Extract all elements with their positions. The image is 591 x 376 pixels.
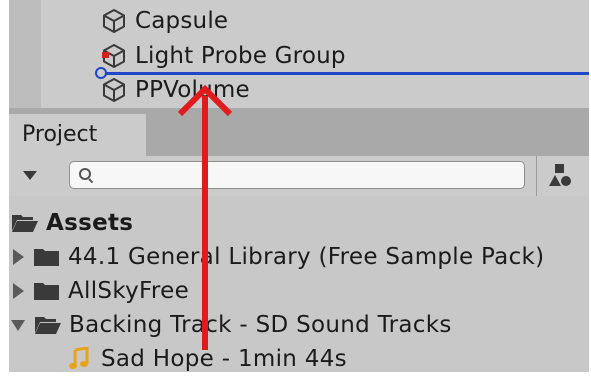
tree-item-assets[interactable]: Assets [11, 206, 133, 240]
unity-editor-panels: Capsule Light Probe Group PPVolume Proje… [9, 0, 589, 372]
hierarchy-gutter [9, 0, 41, 108]
cube-icon [103, 78, 125, 102]
tree-item-label: Sad Hope - 1min 44s [101, 346, 347, 372]
tree-item-allskyfree[interactable]: AllSkyFree [13, 274, 189, 308]
collapse-arrow-icon[interactable] [11, 319, 25, 331]
hierarchy-item-capsule[interactable]: Capsule [101, 5, 228, 37]
drop-indicator-dot [95, 67, 107, 79]
light-probe-cube-icon [102, 44, 125, 68]
search-input[interactable] [96, 164, 520, 188]
tab-project[interactable]: Project [9, 114, 146, 156]
drop-indicator-line [101, 72, 589, 75]
tree-item-sad-hope[interactable]: Sad Hope - 1min 44s [69, 342, 347, 372]
hierarchy-item-ppvolume[interactable]: PPVolume [101, 74, 250, 106]
search-icon [79, 168, 91, 180]
folder-icon [34, 283, 59, 300]
project-tree: Assets 44.1 General Library (Free Sample… [9, 196, 589, 372]
project-tab-bar: Project [9, 108, 589, 156]
expand-arrow-icon[interactable] [13, 249, 24, 265]
folder-icon [34, 249, 59, 266]
search-box[interactable] [69, 161, 525, 189]
cube-icon [103, 9, 125, 33]
audio-file-icon [69, 347, 89, 369]
tree-item-label: Backing Track - SD Sound Tracks [69, 312, 452, 338]
tree-item-general-library[interactable]: 44.1 General Library (Free Sample Pack) [13, 240, 544, 274]
expand-arrow-icon[interactable] [13, 283, 24, 299]
filter-by-type-icon[interactable] [542, 160, 576, 192]
create-dropdown-arrow-icon[interactable] [23, 171, 37, 180]
tree-item-label: 44.1 General Library (Free Sample Pack) [68, 244, 545, 270]
toolbar-divider [536, 156, 537, 196]
tree-item-label: AllSkyFree [68, 278, 190, 304]
open-folder-icon [12, 215, 38, 232]
hierarchy-panel: Capsule Light Probe Group PPVolume [9, 0, 589, 108]
open-folder-icon [35, 317, 61, 334]
hierarchy-item-label: Capsule [135, 8, 229, 34]
hierarchy-item-label: Light Probe Group [135, 43, 346, 69]
project-toolbar [9, 156, 589, 197]
hierarchy-item-light-probe-group[interactable]: Light Probe Group [101, 40, 346, 72]
tree-item-backing-track[interactable]: Backing Track - SD Sound Tracks [11, 308, 452, 342]
tree-item-label: Assets [46, 210, 134, 236]
hierarchy-item-label: PPVolume [135, 77, 250, 103]
